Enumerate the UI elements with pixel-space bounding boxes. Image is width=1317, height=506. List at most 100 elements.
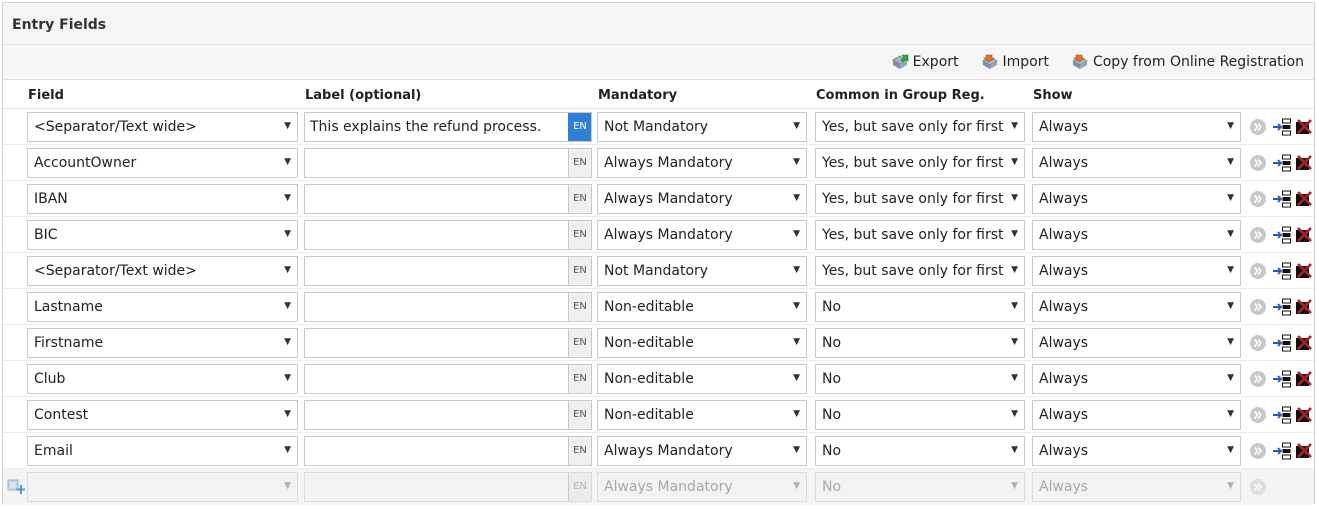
language-badge[interactable]: EN: [568, 401, 591, 429]
common-select[interactable]: Yes, but save only for first r ▼: [815, 112, 1025, 142]
insert-row-icon[interactable]: [1272, 154, 1292, 172]
next-arrow-icon[interactable]: [1249, 226, 1267, 244]
copy-from-online-registration-button[interactable]: Copy from Online Registration: [1071, 54, 1304, 70]
field-select[interactable]: Lastname ▼: [27, 292, 298, 322]
language-badge[interactable]: EN: [568, 221, 591, 249]
field-select[interactable]: Club ▼: [27, 364, 298, 394]
field-select[interactable]: <Separator/Text wide> ▼: [27, 256, 298, 286]
label-input[interactable]: EN: [304, 256, 592, 286]
mandatory-select[interactable]: Non-editable ▼: [597, 400, 807, 430]
insert-row-icon[interactable]: [1272, 226, 1292, 244]
import-button[interactable]: Import: [981, 54, 1049, 70]
delete-row-icon[interactable]: [1295, 406, 1313, 424]
field-select[interactable]: <Separator/Text wide> ▼: [27, 112, 298, 142]
mandatory-select[interactable]: Always Mandatory ▼: [597, 436, 807, 466]
insert-row-icon[interactable]: [1272, 406, 1292, 424]
new-mandatory-select[interactable]: Always Mandatory ▼: [597, 472, 807, 502]
mandatory-select[interactable]: Non-editable ▼: [597, 364, 807, 394]
common-select[interactable]: Yes, but save only for first r ▼: [815, 148, 1025, 178]
new-label-input[interactable]: EN: [304, 472, 592, 502]
field-select[interactable]: Contest ▼: [27, 400, 298, 430]
language-badge[interactable]: EN: [568, 293, 591, 321]
show-select[interactable]: Always ▼: [1032, 328, 1241, 358]
new-field-select[interactable]: ▼: [27, 472, 298, 502]
language-badge[interactable]: EN: [568, 185, 591, 213]
language-badge[interactable]: EN: [568, 329, 591, 357]
new-common-select[interactable]: No ▼: [815, 472, 1025, 502]
label-input[interactable]: EN: [304, 292, 592, 322]
common-select[interactable]: No ▼: [815, 328, 1025, 358]
mandatory-select[interactable]: Not Mandatory ▼: [597, 256, 807, 286]
delete-row-icon[interactable]: [1295, 262, 1313, 280]
language-badge[interactable]: EN: [568, 257, 591, 285]
mandatory-select[interactable]: Always Mandatory ▼: [597, 148, 807, 178]
common-select[interactable]: No ▼: [815, 364, 1025, 394]
delete-row-icon[interactable]: [1295, 298, 1313, 316]
label-input[interactable]: EN: [304, 400, 592, 430]
next-arrow-icon[interactable]: [1249, 118, 1267, 136]
common-select[interactable]: No ▼: [815, 400, 1025, 430]
field-select[interactable]: AccountOwner ▼: [27, 148, 298, 178]
mandatory-select[interactable]: Not Mandatory ▼: [597, 112, 807, 142]
next-arrow-icon[interactable]: [1249, 262, 1267, 280]
common-select[interactable]: Yes, but save only for first r ▼: [815, 220, 1025, 250]
delete-row-icon[interactable]: [1295, 190, 1313, 208]
next-arrow-icon[interactable]: [1249, 190, 1267, 208]
delete-row-icon[interactable]: [1295, 442, 1313, 460]
add-row-icon[interactable]: [7, 479, 25, 495]
field-select[interactable]: Firstname ▼: [27, 328, 298, 358]
show-select[interactable]: Always ▼: [1032, 220, 1241, 250]
mandatory-select[interactable]: Always Mandatory ▼: [597, 220, 807, 250]
insert-row-icon[interactable]: [1272, 118, 1292, 136]
label-input[interactable]: This explains the refund process. EN: [304, 112, 592, 142]
next-arrow-icon[interactable]: [1249, 298, 1267, 316]
label-input[interactable]: EN: [304, 364, 592, 394]
label-input[interactable]: EN: [304, 436, 592, 466]
next-arrow-icon[interactable]: [1249, 406, 1267, 424]
delete-row-icon[interactable]: [1295, 334, 1313, 352]
common-select[interactable]: No ▼: [815, 436, 1025, 466]
next-arrow-icon[interactable]: [1249, 442, 1267, 460]
show-select[interactable]: Always ▼: [1032, 112, 1241, 142]
delete-row-icon[interactable]: [1295, 154, 1313, 172]
show-select[interactable]: Always ▼: [1032, 400, 1241, 430]
language-badge[interactable]: EN: [568, 473, 591, 501]
field-select[interactable]: Email ▼: [27, 436, 298, 466]
show-select[interactable]: Always ▼: [1032, 436, 1241, 466]
show-select[interactable]: Always ▼: [1032, 148, 1241, 178]
field-select[interactable]: IBAN ▼: [27, 184, 298, 214]
delete-row-icon[interactable]: [1295, 118, 1313, 136]
show-select[interactable]: Always ▼: [1032, 364, 1241, 394]
label-input[interactable]: EN: [304, 148, 592, 178]
show-select[interactable]: Always ▼: [1032, 292, 1241, 322]
label-input[interactable]: EN: [304, 184, 592, 214]
label-input[interactable]: EN: [304, 328, 592, 358]
common-select[interactable]: Yes, but save only for first r ▼: [815, 256, 1025, 286]
common-select[interactable]: No ▼: [815, 292, 1025, 322]
mandatory-select[interactable]: Non-editable ▼: [597, 328, 807, 358]
label-input[interactable]: EN: [304, 220, 592, 250]
next-arrow-icon[interactable]: [1249, 370, 1267, 388]
insert-row-icon[interactable]: [1272, 334, 1292, 352]
field-select[interactable]: BIC ▼: [27, 220, 298, 250]
insert-row-icon[interactable]: [1272, 370, 1292, 388]
show-select[interactable]: Always ▼: [1032, 184, 1241, 214]
next-arrow-icon[interactable]: [1249, 334, 1267, 352]
mandatory-select[interactable]: Non-editable ▼: [597, 292, 807, 322]
delete-row-icon[interactable]: [1295, 226, 1313, 244]
language-badge[interactable]: EN: [568, 113, 591, 141]
next-arrow-icon[interactable]: [1249, 154, 1267, 172]
next-arrow-icon[interactable]: [1249, 478, 1267, 496]
language-badge[interactable]: EN: [568, 149, 591, 177]
mandatory-select[interactable]: Always Mandatory ▼: [597, 184, 807, 214]
common-select[interactable]: Yes, but save only for first r ▼: [815, 184, 1025, 214]
show-select[interactable]: Always ▼: [1032, 256, 1241, 286]
delete-row-icon[interactable]: [1295, 370, 1313, 388]
insert-row-icon[interactable]: [1272, 442, 1292, 460]
new-show-select[interactable]: Always ▼: [1032, 472, 1241, 502]
language-badge[interactable]: EN: [568, 437, 591, 465]
export-button[interactable]: Export: [891, 54, 959, 70]
insert-row-icon[interactable]: [1272, 190, 1292, 208]
insert-row-icon[interactable]: [1272, 298, 1292, 316]
insert-row-icon[interactable]: [1272, 262, 1292, 280]
